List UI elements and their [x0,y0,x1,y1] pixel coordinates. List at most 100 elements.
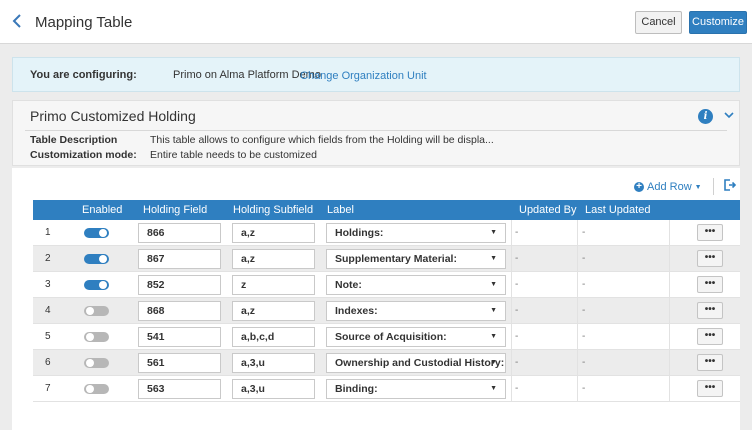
label-select[interactable]: Holdings: ▼ [326,223,506,243]
column-divider [577,246,578,271]
back-arrow-icon[interactable] [12,13,26,31]
column-divider [511,298,512,323]
last-updated-value: - [582,383,586,394]
holding-subfield-input[interactable]: a,z [232,301,315,321]
label-select-value: Ownership and Custodial History: [335,357,505,369]
updated-by-value: - [515,383,519,394]
row-number: 4 [45,305,51,316]
customize-button[interactable]: Customize [689,11,747,34]
add-row-button[interactable]: + Add Row ▼ [634,181,702,193]
toggle-knob [99,281,107,289]
column-divider [577,272,578,297]
details-title: Primo Customized Holding [30,108,196,124]
page-title: Mapping Table [35,14,133,31]
col-updated-by[interactable]: Updated By [519,204,576,216]
row-number: 6 [45,357,51,368]
holding-subfield-input[interactable]: a,3,u [232,353,315,373]
configuring-value: Primo on Alma Platform Demo [173,69,321,81]
holding-subfield-input[interactable]: a,z [232,249,315,269]
table-description-label: Table Description [30,134,118,146]
col-holding-field[interactable]: Holding Field [143,204,207,216]
row-number: 2 [45,253,51,264]
add-row-label: Add Row [647,181,692,193]
row-actions-button[interactable]: ••• [697,380,723,397]
table-row: 4 868 a,z Indexes: ▼ - - ••• [33,298,740,324]
table-description-value: This table allows to configure which fie… [150,134,494,146]
customization-mode-value: Entire table needs to be customized [150,149,317,161]
toggle-knob [86,359,94,367]
column-divider [669,220,670,245]
column-divider [577,298,578,323]
export-icon[interactable] [723,178,737,192]
table-details-panel: Primo Customized Holding i Table Descrip… [12,100,740,166]
label-select[interactable]: Binding: ▼ [326,379,506,399]
page-frame: Mapping Table Cancel Customize You are c… [0,0,752,430]
label-select[interactable]: Indexes: ▼ [326,301,506,321]
mapping-table: Enabled Holding Field Holding Subfield L… [33,200,740,402]
row-actions-button[interactable]: ••• [697,250,723,267]
enabled-toggle[interactable] [84,280,109,290]
label-select-value: Holdings: [335,227,384,239]
info-icon[interactable]: i [698,109,713,124]
enabled-toggle[interactable] [84,306,109,316]
page-header: Mapping Table Cancel Customize [0,0,752,44]
table-row: 5 541 a,b,c,d Source of Acquisition: ▼ - - ••• [33,324,740,350]
row-actions-button[interactable]: ••• [697,224,723,241]
dropdown-arrow-icon: ▼ [490,255,497,262]
row-actions-button[interactable]: ••• [697,276,723,293]
col-enabled[interactable]: Enabled [82,204,122,216]
dropdown-arrow-icon: ▼ [490,385,497,392]
holding-field-input[interactable]: 852 [138,275,221,295]
table-row: 2 867 a,z Supplementary Material: ▼ - - ••• [33,246,740,272]
holding-field-input[interactable]: 868 [138,301,221,321]
col-holding-subfield[interactable]: Holding Subfield [233,204,313,216]
label-select[interactable]: Note: ▼ [326,275,506,295]
holding-subfield-input[interactable]: a,3,u [232,379,315,399]
chevron-down-icon[interactable] [724,110,734,120]
table-row: 7 563 a,3,u Binding: ▼ - - ••• [33,376,740,402]
enabled-toggle[interactable] [84,228,109,238]
column-divider [669,324,670,349]
row-actions-button[interactable]: ••• [697,354,723,371]
label-select-value: Supplementary Material: [335,253,457,265]
holding-subfield-input[interactable]: a,z [232,223,315,243]
enabled-toggle[interactable] [84,254,109,264]
configuring-label: You are configuring: [30,69,137,81]
column-divider [577,376,578,401]
column-divider [669,376,670,401]
column-divider [511,246,512,271]
table-row: 1 866 a,z Holdings: ▼ - - ••• [33,220,740,246]
table-row: 6 561 a,3,u Ownership and Custodial History… [33,350,740,376]
last-updated-value: - [582,331,586,342]
enabled-toggle[interactable] [84,384,109,394]
col-last-updated[interactable]: Last Updated [585,204,650,216]
holding-field-input[interactable]: 866 [138,223,221,243]
label-select-value: Note: [335,279,362,291]
last-updated-value: - [582,279,586,290]
label-select[interactable]: Source of Acquisition: ▼ [326,327,506,347]
row-actions-button[interactable]: ••• [697,328,723,345]
label-select-value: Indexes: [335,305,378,317]
col-label[interactable]: Label [327,204,354,216]
toolbar-separator [713,178,714,195]
updated-by-value: - [515,227,519,238]
last-updated-value: - [582,357,586,368]
updated-by-value: - [515,305,519,316]
enabled-toggle[interactable] [84,332,109,342]
label-select[interactable]: Ownership and Custodial History: ▼ [326,353,506,373]
holding-subfield-input[interactable]: a,b,c,d [232,327,315,347]
row-actions-button[interactable]: ••• [697,302,723,319]
enabled-toggle[interactable] [84,358,109,368]
holding-field-input[interactable]: 563 [138,379,221,399]
cancel-button[interactable]: Cancel [635,11,682,34]
table-section: + Add Row ▼ Enabled Holding Field Holdin… [12,168,740,430]
holding-field-input[interactable]: 541 [138,327,221,347]
dropdown-arrow-icon: ▼ [490,359,497,366]
label-select[interactable]: Supplementary Material: ▼ [326,249,506,269]
holding-field-input[interactable]: 867 [138,249,221,269]
holding-field-input[interactable]: 561 [138,353,221,373]
table-row: 3 852 z Note: ▼ - - ••• [33,272,740,298]
updated-by-value: - [515,279,519,290]
change-organization-unit-link[interactable]: Change Organization Unit [300,70,427,82]
holding-subfield-input[interactable]: z [232,275,315,295]
